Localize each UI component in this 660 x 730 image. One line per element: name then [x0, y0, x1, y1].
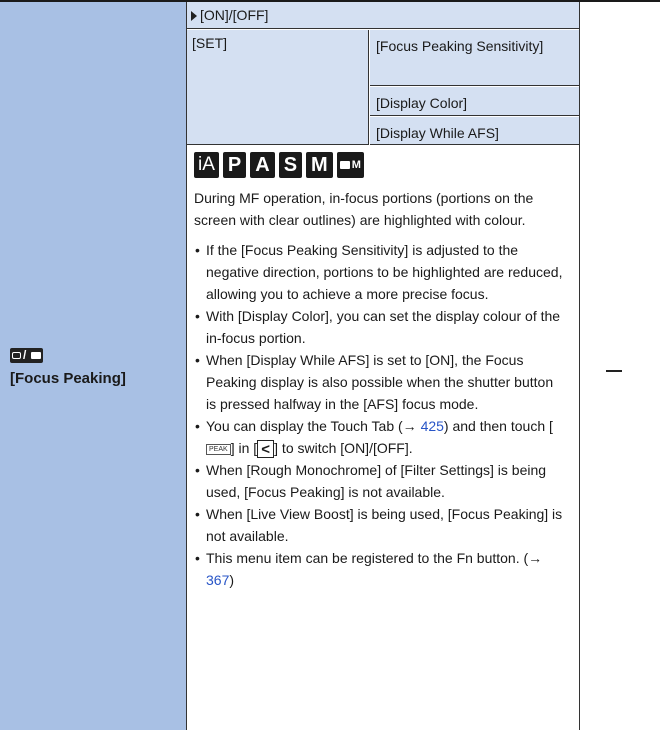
onoff-option: [ON]/[OFF] — [187, 2, 579, 29]
sub-item-display-while-afs: [Display While AFS] — [370, 117, 579, 145]
mode-p-icon: P — [222, 152, 247, 178]
photo-movie-mode-icon: / — [10, 348, 43, 363]
mode-s-icon: S — [278, 152, 303, 178]
note-fn-button: This menu item can be registered to the … — [194, 547, 567, 591]
triangle-bullet-icon — [191, 11, 197, 22]
set-option: [SET] — [187, 30, 369, 145]
intro-text: During MF operation, in-focus portions (… — [194, 190, 534, 228]
mode-icons: iA P A S M M — [194, 151, 567, 179]
default-column: — — [579, 2, 660, 730]
mode-creative-video-icon: M — [336, 152, 364, 178]
notes-list: If the [Focus Peaking Sensitivity] is ad… — [194, 239, 567, 591]
description-block: iA P A S M M During MF operation, in-foc… — [187, 145, 579, 591]
page-link-367[interactable]: 367 — [206, 572, 229, 588]
default-value-dash: — — [606, 370, 622, 372]
mode-m-icon: M — [306, 152, 333, 178]
feature-name-column: / [Focus Peaking] — [0, 2, 186, 730]
note-live-view-boost: When [Live View Boost] is being used, [F… — [194, 503, 567, 547]
arrow-icon: → — [528, 550, 543, 566]
mode-ia-icon: iA — [194, 152, 219, 178]
onoff-label: [ON]/[OFF] — [200, 7, 269, 23]
note-display-color: With [Display Color], you can set the di… — [194, 305, 567, 349]
sub-item-sensitivity: [Focus Peaking Sensitivity] — [370, 30, 579, 86]
note-touch-tab: You can display the Touch Tab (→ 425) an… — [194, 415, 567, 459]
mode-a-icon: A — [250, 152, 275, 178]
note-sensitivity: If the [Focus Peaking Sensitivity] is ad… — [194, 239, 567, 305]
arrow-icon: → — [402, 418, 417, 434]
peak-icon: PEAK — [206, 443, 231, 455]
touch-tab-icon: < — [257, 440, 275, 459]
note-display-while-afs: When [Display While AFS] is set to [ON],… — [194, 349, 567, 415]
feature-name: [Focus Peaking] — [10, 370, 126, 387]
page-link-425[interactable]: 425 — [421, 418, 444, 434]
settings-column: [ON]/[OFF] [SET] [Focus Peaking Sensitiv… — [186, 2, 580, 730]
sub-item-display-color: [Display Color] — [370, 87, 579, 116]
note-rough-monochrome: When [Rough Monochrome] of [Filter Setti… — [194, 459, 567, 503]
